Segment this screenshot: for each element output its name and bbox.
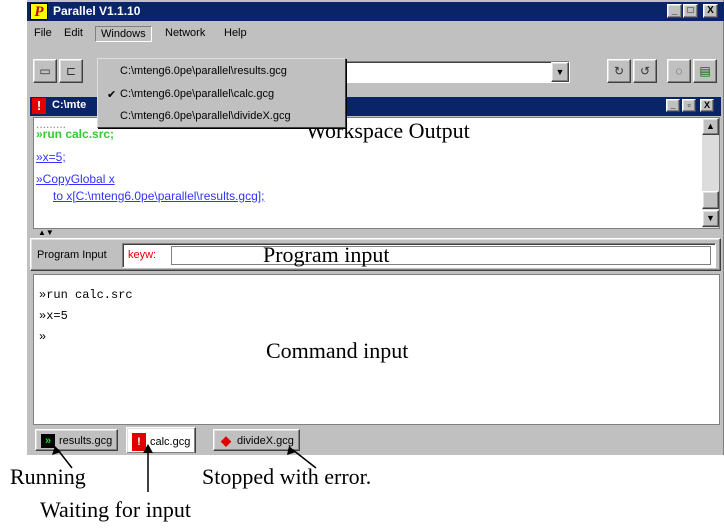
new-file-icon[interactable]: ▭: [33, 59, 57, 83]
child-title: C:\mte: [52, 99, 87, 111]
arrow-head-running: [52, 446, 61, 455]
program-input-overlay-label: Program input: [263, 242, 390, 267]
child-restore-button[interactable]: ▫: [682, 99, 696, 112]
program-input-label: Program Input: [37, 249, 107, 261]
arrow-head-waiting: [143, 444, 153, 453]
menu-item-dividex[interactable]: C:\mteng6.0pe\parallel\divideX.gcg: [120, 110, 340, 126]
step-icon[interactable]: ↻: [607, 59, 631, 83]
annotation-waiting: Waiting for input: [40, 497, 191, 522]
program-input-box[interactable]: [171, 246, 711, 265]
program-input-field[interactable]: keyw:: [122, 243, 716, 268]
refresh-icon[interactable]: ↺: [633, 59, 657, 83]
menu-edit[interactable]: Edit: [59, 26, 88, 42]
app-logo-icon: P: [30, 3, 48, 20]
command-input[interactable]: »run calc.src »x=5 » Command input: [33, 274, 720, 425]
menu-help[interactable]: Help: [219, 26, 252, 42]
help-bubble-icon[interactable]: ◌: [667, 59, 691, 83]
app-title: Parallel V1.1.10: [53, 4, 141, 18]
minimize-button[interactable]: _: [667, 4, 682, 18]
splitter-arrows-icon: ▲▼: [38, 228, 54, 237]
title-bar[interactable]: P Parallel V1.1.10 _ □ X: [27, 2, 724, 21]
command-line: »x=5: [39, 309, 68, 323]
command-input-overlay-label: Command input: [266, 338, 409, 363]
annotation-running: Running: [10, 464, 86, 489]
scroll-down-icon[interactable]: ▼: [702, 210, 719, 227]
workspace-scrollbar[interactable]: ▲ ▼: [702, 118, 719, 228]
toolbar-combobox[interactable]: ▼: [340, 61, 570, 83]
menu-item-calc[interactable]: C:\mteng6.0pe\parallel\calc.gcg: [120, 88, 340, 104]
child-minimize-button[interactable]: _: [666, 99, 680, 112]
splitter[interactable]: ▲▼: [30, 229, 721, 237]
menu-file[interactable]: File: [29, 26, 57, 42]
menu-network[interactable]: Network: [160, 26, 210, 42]
child-close-button[interactable]: X: [700, 99, 714, 112]
annotation-stopped: Stopped with error.: [202, 464, 372, 489]
menu-windows[interactable]: Windows: [95, 26, 152, 42]
windows-menu-dropdown: C:\mteng6.0pe\parallel\results.gcg ✔ C:\…: [97, 58, 346, 128]
command-line: »: [39, 330, 47, 344]
command-line: »run calc.src: [39, 288, 133, 302]
menu-item-results[interactable]: C:\mteng6.0pe\parallel\results.gcg: [120, 65, 340, 81]
calculator-icon[interactable]: ▤: [693, 59, 717, 83]
maximize-button[interactable]: □: [683, 4, 698, 18]
alert-icon: !: [32, 98, 46, 114]
checkmark-icon: ✔: [107, 89, 117, 101]
chevron-down-icon[interactable]: ▼: [551, 62, 569, 82]
scroll-thumb[interactable]: [702, 191, 719, 209]
keyw-label: keyw:: [128, 249, 157, 261]
menu-bar: File Edit Windows Network Help: [27, 23, 724, 43]
ws-line: »x=5;: [36, 150, 66, 164]
close-button[interactable]: X: [703, 4, 718, 18]
open-folder-icon[interactable]: ⊏: [59, 59, 83, 83]
ws-line: »run calc.src;: [36, 127, 115, 141]
workspace-output[interactable]: ......... »run calc.src; »x=5; »CopyGlob…: [33, 117, 720, 229]
scroll-up-icon[interactable]: ▲: [702, 118, 719, 135]
ws-line: »CopyGlobal x: [36, 172, 115, 186]
ws-line: to x[C:\mteng6.0pe\parallel\results.gcg]…: [53, 189, 265, 203]
